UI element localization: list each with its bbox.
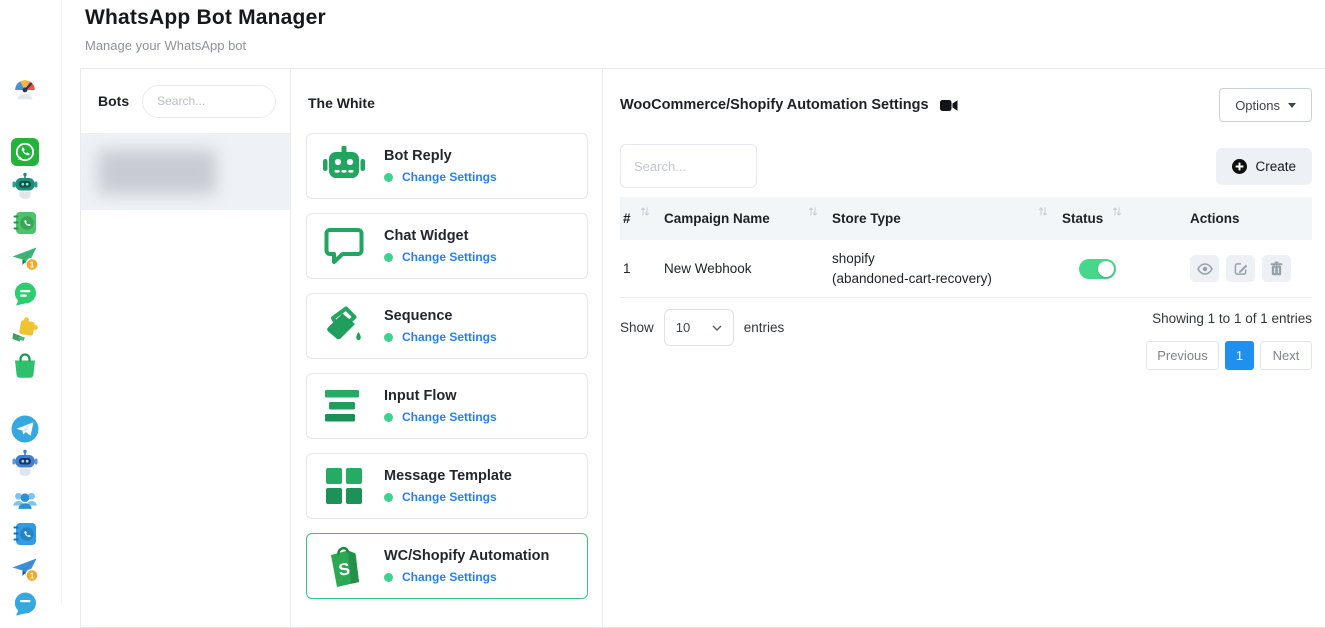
status-dot (384, 173, 393, 182)
page-1-button[interactable]: 1 (1225, 341, 1254, 370)
column-header-campaign-name[interactable]: Campaign Name (664, 211, 832, 226)
sort-icon (1112, 205, 1122, 220)
previous-page-button[interactable]: Previous (1146, 341, 1219, 370)
change-settings-link[interactable]: Change Settings (402, 170, 497, 184)
svg-text:1: 1 (30, 571, 35, 581)
column-header-actions: Actions (1190, 211, 1312, 226)
grid-icon (321, 463, 367, 509)
shopify-icon: S (321, 543, 367, 589)
page-title: WhatsApp Bot Manager (85, 6, 326, 30)
campaign-name-cell: New Webhook (664, 261, 832, 276)
plus-circle-icon (1232, 159, 1247, 174)
bot-name-redacted (98, 150, 216, 194)
app-icon-rail: 1 (0, 0, 62, 604)
telegram-groups-icon[interactable] (9, 484, 41, 516)
whatsapp-bot-icon[interactable] (9, 171, 41, 203)
telegram-chat-icon[interactable] (9, 588, 41, 620)
view-button[interactable] (1190, 255, 1219, 282)
page-size-select[interactable]: 10 (664, 309, 734, 346)
create-button[interactable]: Create (1216, 148, 1312, 185)
change-settings-link[interactable]: Change Settings (402, 330, 497, 344)
pencil-square-icon (1234, 262, 1248, 276)
sort-icon (640, 205, 650, 220)
eye-icon (1197, 263, 1213, 275)
store-bag-icon[interactable] (9, 350, 41, 382)
change-settings-link[interactable]: Change Settings (402, 490, 497, 504)
status-dot (384, 413, 393, 422)
module-card-title: Message Template (384, 468, 512, 484)
module-card-message-template[interactable]: Message Template Change Settings (306, 453, 588, 519)
modules-column: The White Bot Reply Change Settings (291, 69, 603, 627)
table-search-input[interactable] (620, 144, 757, 188)
delete-button[interactable] (1262, 255, 1291, 282)
status-dot (384, 493, 393, 502)
main-panel: Bots The White Bot Reply (80, 68, 1325, 628)
bot-name-heading: The White (308, 95, 588, 111)
sort-icon (808, 205, 818, 220)
bots-label: Bots (98, 93, 129, 109)
telegram-bot-icon[interactable] (9, 448, 41, 480)
module-card-bot-reply[interactable]: Bot Reply Change Settings (306, 133, 588, 199)
column-header-status[interactable]: Status (1062, 211, 1190, 226)
dashboard-gauge-icon[interactable] (9, 73, 41, 105)
change-settings-link[interactable]: Change Settings (402, 250, 497, 264)
table-summary: Showing 1 to 1 of 1 entries (1146, 309, 1312, 326)
status-toggle-on[interactable] (1079, 259, 1116, 279)
automation-settings-panel: WooCommerce/Shopify Automation Settings … (603, 69, 1325, 627)
create-button-label: Create (1255, 159, 1296, 174)
telegram-phonebook-icon[interactable] (9, 518, 41, 550)
integration-addon-icon[interactable] (9, 314, 41, 346)
telegram-icon[interactable] (9, 413, 41, 445)
bots-column: Bots (81, 69, 291, 627)
robot-icon (321, 143, 367, 189)
change-settings-link[interactable]: Change Settings (402, 410, 497, 424)
options-button[interactable]: Options (1219, 88, 1312, 122)
input-bars-icon (321, 383, 367, 429)
options-button-label: Options (1235, 98, 1280, 113)
column-header-index[interactable]: # (620, 211, 664, 226)
telegram-broadcast-icon[interactable]: 1 (9, 553, 41, 585)
table-header-row: # Campaign Name Store Type (620, 197, 1312, 240)
sort-icon (1038, 205, 1048, 220)
trash-icon (1270, 261, 1283, 276)
campaigns-table: # Campaign Name Store Type (620, 197, 1312, 298)
module-card-sequence[interactable]: Sequence Change Settings (306, 293, 588, 359)
page-subtitle: Manage your WhatsApp bot (85, 38, 326, 53)
whatsapp-icon[interactable] (9, 136, 41, 168)
column-header-store-type[interactable]: Store Type (832, 211, 1062, 226)
video-camera-icon (940, 99, 958, 112)
entries-label: entries (744, 320, 785, 335)
chevron-down-icon (1288, 103, 1296, 108)
svg-text:1: 1 (30, 260, 35, 270)
show-label: Show (620, 320, 654, 335)
status-dot (384, 333, 393, 342)
whatsapp-chat-icon[interactable] (9, 278, 41, 310)
store-type-cell: shopify (abandoned-cart-recovery) (832, 249, 1062, 288)
module-card-wc-shopify-automation[interactable]: S WC/Shopify Automation Change Settings (306, 533, 588, 599)
whatsapp-broadcast-icon[interactable]: 1 (9, 242, 41, 274)
module-card-title: Sequence (384, 308, 497, 324)
bot-list-item-selected[interactable] (81, 134, 290, 210)
status-dot (384, 253, 393, 262)
module-card-title: Bot Reply (384, 148, 497, 164)
row-index-cell: 1 (620, 261, 664, 276)
page-size-value: 10 (676, 320, 690, 335)
pagination: Previous 1 Next (1146, 341, 1312, 370)
chevron-down-icon (712, 325, 722, 331)
change-settings-link[interactable]: Change Settings (402, 570, 497, 584)
next-page-button[interactable]: Next (1260, 341, 1312, 370)
edit-button[interactable] (1226, 255, 1255, 282)
module-card-chat-widget[interactable]: Chat Widget Change Settings (306, 213, 588, 279)
module-card-input-flow[interactable]: Input Flow Change Settings (306, 373, 588, 439)
section-title: WooCommerce/Shopify Automation Settings (620, 97, 929, 113)
status-dot (384, 573, 393, 582)
module-card-title: Chat Widget (384, 228, 497, 244)
module-card-title: Input Flow (384, 388, 497, 404)
module-card-title: WC/Shopify Automation (384, 548, 549, 564)
chat-bubble-icon (321, 223, 367, 269)
whatsapp-phonebook-icon[interactable] (9, 207, 41, 239)
paint-bucket-icon (321, 303, 367, 349)
table-row: 1 New Webhook shopify (abandoned-cart-re… (620, 240, 1312, 298)
bots-search-input[interactable] (142, 85, 276, 118)
